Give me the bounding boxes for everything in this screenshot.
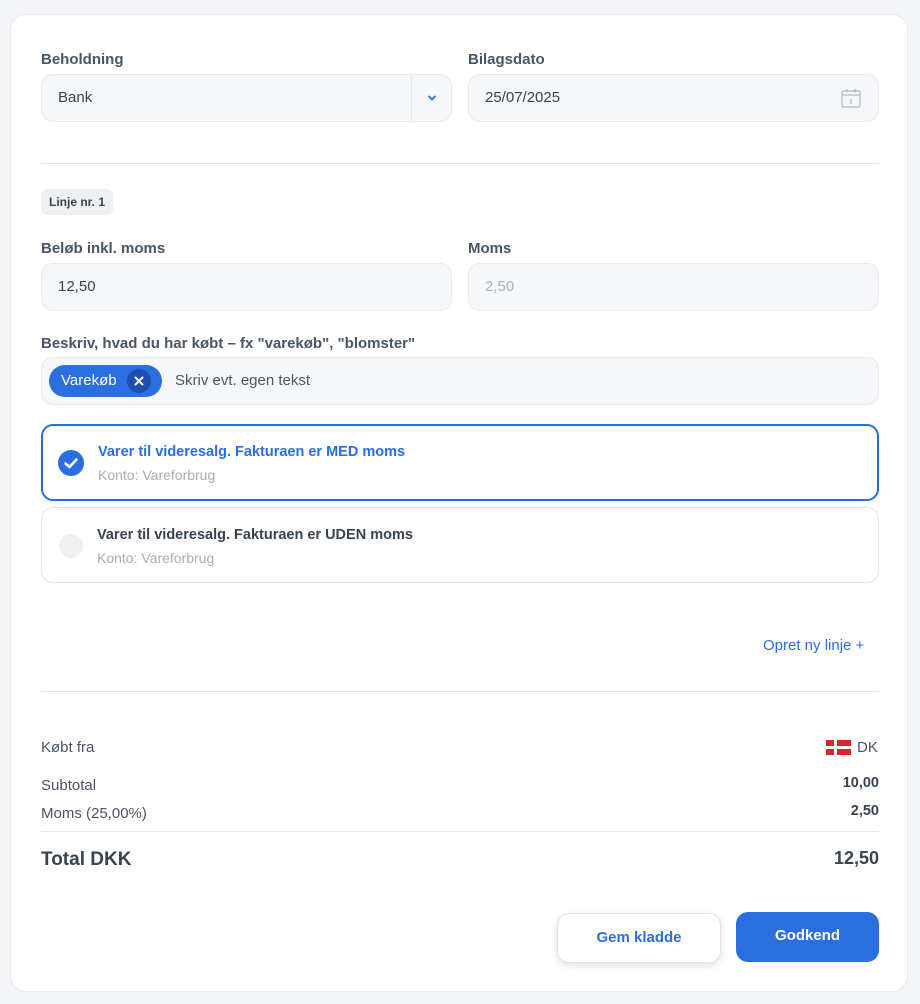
subtotal-label: Subtotal xyxy=(41,777,97,794)
close-icon[interactable] xyxy=(127,369,151,393)
description-input[interactable]: Varekøb Skriv evt. egen tekst xyxy=(41,357,879,405)
description-label: Beskriv, hvad du har købt – fx "varekøb"… xyxy=(41,335,416,352)
section-divider-top xyxy=(41,163,879,164)
belob-label: Beløb inkl. moms xyxy=(41,240,166,257)
check-icon xyxy=(58,450,84,476)
total-label: Total DKK xyxy=(41,849,132,870)
calendar-icon[interactable] xyxy=(839,86,863,110)
option-title: Varer til videresalg. Fakturaen er UDEN … xyxy=(97,527,413,543)
moms-input: 2,50 xyxy=(468,263,879,311)
summary-moms-value: 2,50 xyxy=(850,803,879,819)
description-tag-label: Varekøb xyxy=(61,372,117,389)
bought-from-label: Købt fra xyxy=(41,739,95,756)
section-divider-summary xyxy=(41,691,879,692)
bilagsdato-input[interactable]: 25/07/2025 xyxy=(468,74,879,122)
option-subtitle: Konto: Vareforbrug xyxy=(98,467,216,483)
option-with-moms[interactable]: Varer til videresalg. Fakturaen er MED m… xyxy=(41,424,879,501)
belob-value: 12,50 xyxy=(58,278,96,295)
save-draft-button[interactable]: Gem kladde xyxy=(557,913,721,963)
denmark-flag-icon xyxy=(826,740,851,755)
moms-value: 2,50 xyxy=(485,278,515,295)
new-line-link[interactable]: Opret ny linje + xyxy=(763,637,864,654)
option-without-moms[interactable]: Varer til videresalg. Fakturaen er UDEN … xyxy=(41,507,879,583)
subtotal-value: 10,00 xyxy=(842,775,879,791)
total-divider xyxy=(41,831,879,832)
option-subtitle: Konto: Vareforbrug xyxy=(97,550,215,566)
description-placeholder[interactable]: Skriv evt. egen tekst xyxy=(175,358,310,404)
beholdning-select[interactable]: Bank xyxy=(41,74,452,122)
radio-icon[interactable] xyxy=(59,534,83,558)
summary-moms-label: Moms (25,00%) xyxy=(41,805,147,822)
bilagsdato-value: 25/07/2025 xyxy=(485,89,561,106)
beholdning-label: Beholdning xyxy=(41,51,124,68)
moms-label: Moms xyxy=(468,240,512,257)
approve-button[interactable]: Godkend xyxy=(736,912,879,962)
bilagsdato-label: Bilagsdato xyxy=(468,51,545,68)
voucher-form-card: Beholdning Bank Bilagsdato 25/07/2025 Li… xyxy=(10,14,908,992)
belob-input[interactable]: 12,50 xyxy=(41,263,452,311)
bought-from-value: DK xyxy=(857,739,878,756)
line-number-badge: Linje nr. 1 xyxy=(41,189,114,215)
beholdning-value: Bank xyxy=(58,89,93,106)
chevron-down-icon[interactable] xyxy=(423,89,441,107)
select-divider xyxy=(411,75,412,121)
description-tag: Varekøb xyxy=(49,365,162,397)
option-title: Varer til videresalg. Fakturaen er MED m… xyxy=(98,444,406,460)
total-value: 12,50 xyxy=(833,848,879,868)
